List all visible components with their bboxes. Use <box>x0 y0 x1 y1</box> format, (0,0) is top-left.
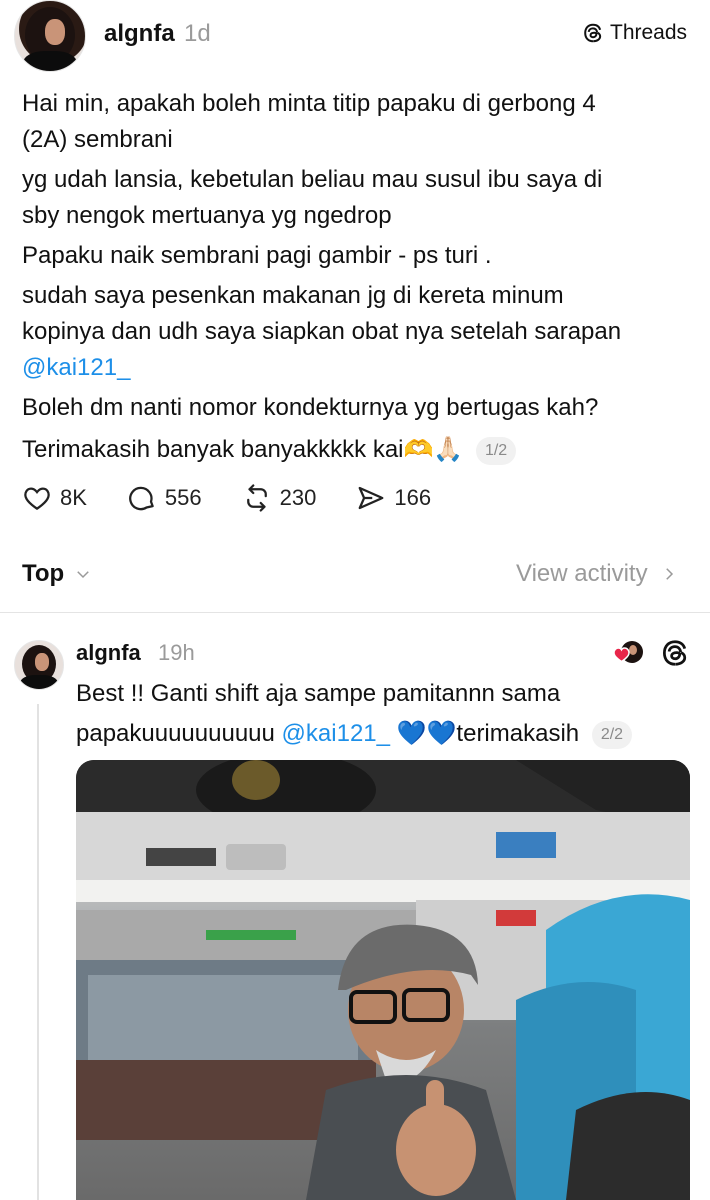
post-line: kopinya dan udh saya siapkan obat nya se… <box>22 318 622 345</box>
train-photo-illustration <box>76 760 690 1200</box>
post-line: yg udah lansia, kebetulan beliau mau sus… <box>22 166 603 193</box>
reply-text: papakuuuuuuuuuu <box>76 720 275 747</box>
comment-button[interactable]: 556 <box>127 483 202 513</box>
author-avatar[interactable] <box>14 0 86 72</box>
post-line: sby nengok mertuanya yg ngedrop <box>22 202 392 229</box>
view-activity-link[interactable]: View activity <box>516 560 678 588</box>
thread-connector-line <box>37 704 39 1200</box>
post-line: Papaku naik sembrani pagi gambir - ps tu… <box>22 242 492 269</box>
share-button[interactable]: 166 <box>356 483 431 513</box>
reply-text-end: terimakasih <box>456 720 580 747</box>
reply-line-2: papakuuuuuuuuuu @kai121_ 💙💙terimakasih 2… <box>76 714 696 754</box>
chevron-right-icon <box>665 568 673 580</box>
threads-badge[interactable]: Threads <box>582 18 687 48</box>
chevron-down-icon <box>77 571 89 579</box>
like-button[interactable]: 8K <box>22 483 87 513</box>
share-icon <box>358 486 384 510</box>
reply-avatar[interactable] <box>14 640 64 690</box>
comment-count: 556 <box>164 485 202 510</box>
like-count: 8K <box>60 485 87 510</box>
post-line: Hai min, apakah boleh minta titip papaku… <box>22 90 596 117</box>
repost-count: 230 <box>279 485 317 510</box>
reply-line: Best !! Ganti shift aja sampe pamitannn … <box>76 680 561 707</box>
section-divider <box>0 612 710 613</box>
threads-badge-label: Threads <box>610 21 688 44</box>
heart-icon <box>24 487 50 510</box>
post-actions: 8K 556 230 166 <box>22 478 471 518</box>
page-indicator: 2/2 <box>591 720 633 749</box>
post-line: Terimakasih banyak banyakkkkk kai🫶🙏🏻 <box>22 436 464 463</box>
sort-dropdown[interactable]: Top <box>22 560 92 588</box>
sort-label: Top <box>22 560 65 587</box>
repost-icon <box>246 484 267 512</box>
threads-logo-icon <box>584 23 602 43</box>
post-time: 1d <box>184 20 211 47</box>
reply-time: 19h <box>158 640 195 665</box>
post-last-line: Terimakasih banyak banyakkkkk kai🫶🙏🏻 1/2 <box>22 432 692 468</box>
post-line: Boleh dm nanti nomor kondekturnya yg ber… <box>22 394 599 421</box>
reply-username[interactable]: algnfa <box>76 640 141 666</box>
post-username[interactable]: algnfa <box>104 20 175 48</box>
comment-icon <box>129 486 154 511</box>
repost-button[interactable]: 230 <box>242 483 317 513</box>
view-activity-label: View activity <box>516 560 648 587</box>
share-count: 166 <box>394 485 432 510</box>
page-indicator: 1/2 <box>475 436 517 465</box>
liked-by-author-icon <box>613 641 643 663</box>
threads-logo-icon[interactable] <box>660 638 690 668</box>
reply-photo[interactable] <box>76 760 690 1200</box>
post-line: sudah saya pesenkan makanan jg di kereta… <box>22 282 564 309</box>
post-line: (2A) sembrani <box>22 126 173 153</box>
heart-emoji: 💙💙 <box>396 720 457 747</box>
mention-link[interactable]: @kai121_ <box>22 350 692 386</box>
mention-link[interactable]: @kai121_ <box>282 720 390 747</box>
